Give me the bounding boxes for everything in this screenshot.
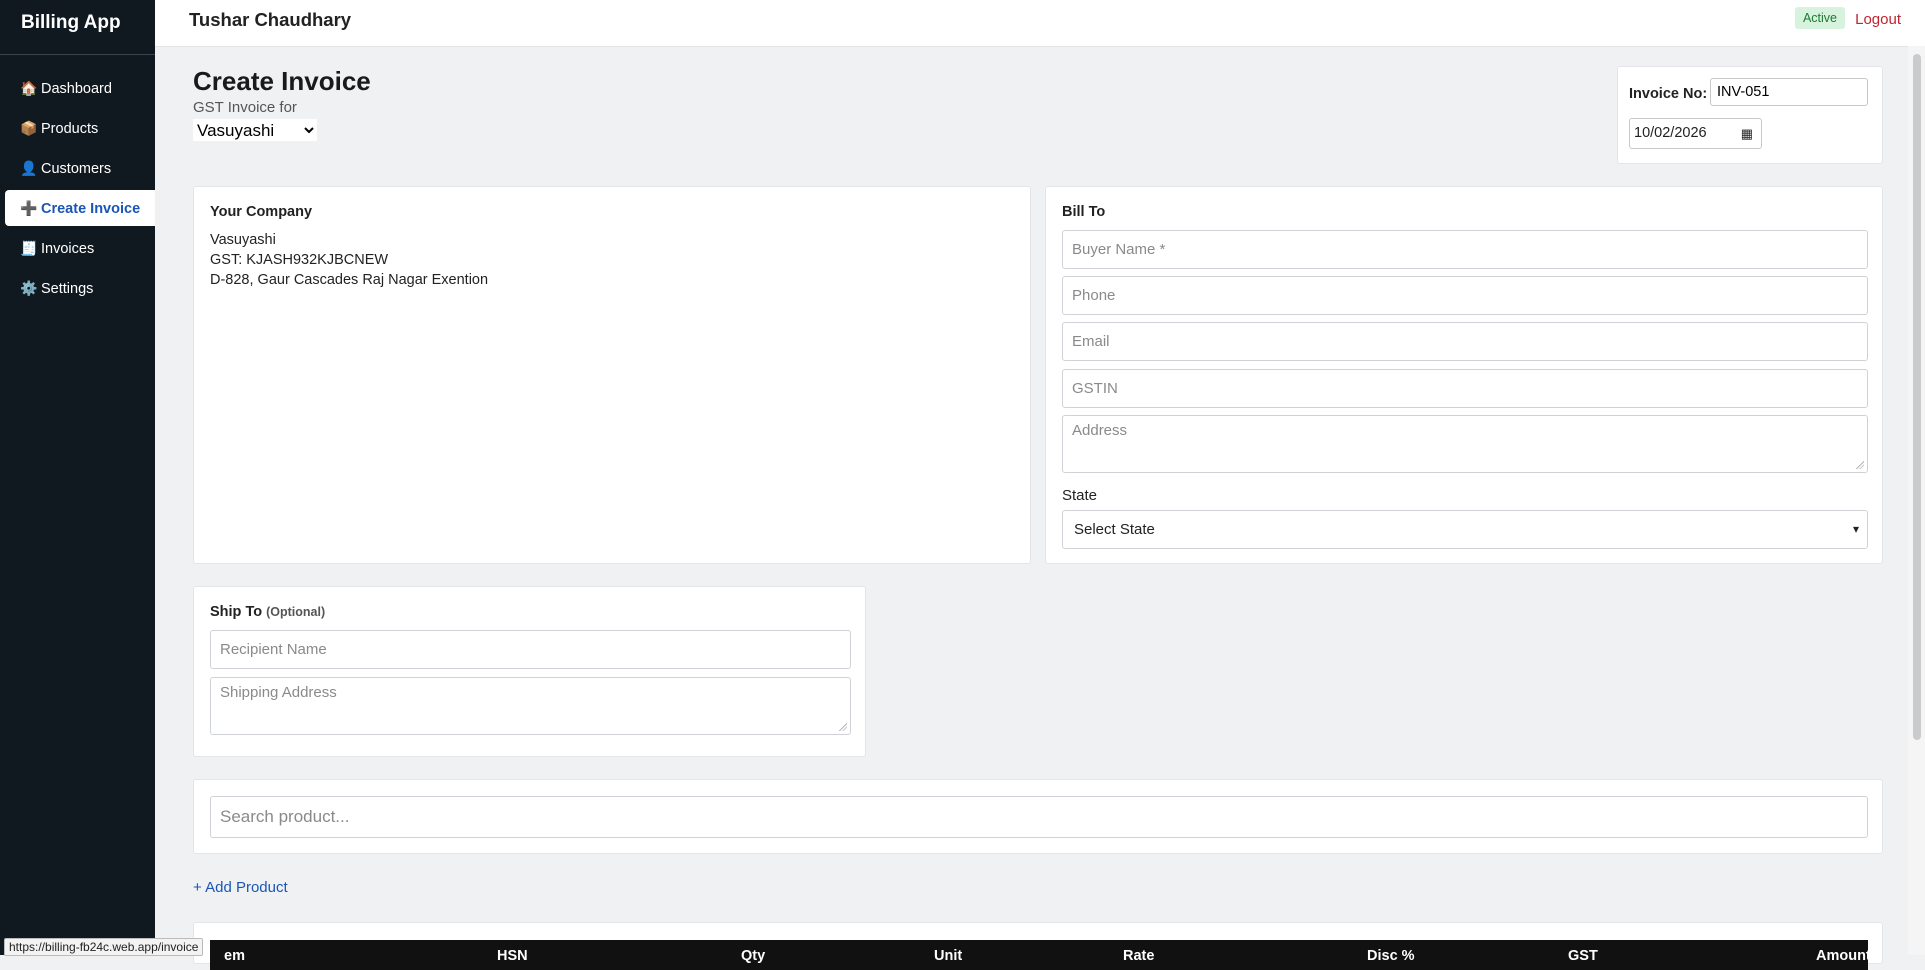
address-placeholder: Address	[1072, 422, 1128, 439]
calendar-icon[interactable]: ▦	[1741, 119, 1753, 148]
bill-to-card: Bill To Buyer Name * Phone Email GSTIN A…	[1045, 186, 1883, 564]
product-search-card: Search product...	[193, 779, 1883, 854]
sidebar-item-invoices[interactable]: 🧾 Invoices	[5, 230, 155, 266]
sidebar-item-products[interactable]: 📦 Products	[5, 110, 155, 146]
package-icon: 📦	[20, 120, 38, 136]
sidebar-item-create-invoice[interactable]: ➕ Create Invoice	[5, 190, 155, 226]
column-header-qty: Qty	[741, 948, 766, 964]
add-product-button[interactable]: + Add Product	[193, 879, 288, 896]
sidebar-item-customers[interactable]: 👤 Customers	[5, 150, 155, 186]
sidebar-item-label: Products	[41, 121, 99, 137]
sidebar-item-label: Settings	[41, 281, 94, 297]
ship-to-title: Ship To	[210, 604, 263, 620]
your-company-heading: Your Company	[210, 204, 313, 220]
sidebar-item-dashboard[interactable]: 🏠 Dashboard	[5, 70, 155, 106]
company-address: D-828, Gaur Cascades Raj Nagar Exention	[210, 272, 489, 288]
optional-tag: (Optional)	[266, 605, 326, 619]
sidebar-item-label: Invoices	[41, 241, 95, 257]
gstin-input[interactable]: GSTIN	[1062, 369, 1868, 408]
company-name: Vasuyashi	[210, 232, 276, 248]
column-header-item: em	[224, 948, 245, 964]
page-subtitle: GST Invoice for	[193, 99, 297, 116]
sidebar-item-label: Create Invoice	[41, 201, 141, 217]
company-select[interactable]: Vasuyashi	[193, 119, 317, 141]
state-select[interactable]: Select State ▾	[1062, 510, 1868, 549]
receipt-icon: 🧾	[20, 240, 38, 256]
chevron-down-icon: ▾	[1852, 522, 1859, 536]
state-selected-value: Select State	[1074, 521, 1155, 538]
items-table-card: em HSN Qty Unit Rate Disc % GST Amount	[193, 922, 1883, 970]
ship-to-card: Ship To (Optional) Recipient Name Shippi…	[193, 586, 866, 757]
invoice-date-value: 10/02/2026	[1634, 125, 1707, 141]
plus-icon: ➕	[20, 200, 38, 216]
phone-input[interactable]: Phone	[1062, 276, 1868, 315]
items-table-header: em HSN Qty Unit Rate Disc % GST Amount	[210, 940, 1871, 970]
column-header-gst: GST	[1568, 948, 1598, 964]
column-header-unit: Unit	[934, 948, 963, 964]
column-header-hsn: HSN	[497, 948, 528, 964]
app-brand: Billing App	[0, 0, 155, 55]
sidebar-item-label: Customers	[41, 161, 112, 177]
status-badge: Active	[1794, 7, 1845, 29]
address-textarea[interactable]: Address	[1062, 415, 1868, 473]
top-bar: Tushar Chaudhary Active Logout	[155, 0, 1925, 47]
ship-to-heading: Ship To (Optional)	[210, 604, 325, 620]
sidebar-nav: 🏠 Dashboard 📦 Products 👤 Customers ➕ Create …	[0, 70, 155, 306]
product-search-input[interactable]: Search product...	[210, 796, 1868, 838]
sidebar-item-settings[interactable]: ⚙️ Settings	[5, 270, 155, 306]
your-company-card: Your Company Vasuyashi GST: KJASH932KJBC…	[193, 186, 1031, 564]
resize-handle-icon[interactable]	[1856, 461, 1864, 469]
resize-handle-icon[interactable]	[839, 723, 847, 731]
home-icon: 🏠	[20, 80, 38, 96]
column-header-amount: Amount	[1816, 948, 1871, 964]
user-name: Tushar Chaudhary	[189, 9, 352, 30]
bill-to-heading: Bill To	[1062, 204, 1106, 220]
invoice-number-label: Invoice No:	[1629, 86, 1708, 102]
logout-button[interactable]: Logout	[1855, 11, 1901, 28]
column-header-rate: Rate	[1123, 948, 1155, 964]
sidebar-item-label: Dashboard	[41, 81, 112, 97]
scrollbar-thumb[interactable]	[1913, 54, 1921, 740]
company-gst: GST: KJASH932KJBCNEW	[210, 252, 389, 268]
shipping-address-textarea[interactable]: Shipping Address	[210, 677, 851, 735]
column-header-discount: Disc %	[1367, 948, 1415, 964]
buyer-name-input[interactable]: Buyer Name *	[1062, 230, 1868, 269]
email-input[interactable]: Email	[1062, 322, 1868, 361]
user-icon: 👤	[20, 160, 38, 176]
page-scrollbar[interactable]	[1908, 46, 1925, 955]
status-bar-url: https://billing-fb24c.web.app/invoice	[4, 938, 204, 956]
invoice-meta-card: Invoice No: 10/02/2026 ▦	[1617, 66, 1883, 164]
page-title: Create Invoice	[193, 66, 371, 96]
invoice-date-input[interactable]: 10/02/2026 ▦	[1629, 118, 1762, 149]
state-label: State	[1062, 487, 1098, 504]
invoice-number-input[interactable]	[1710, 78, 1868, 106]
recipient-name-input[interactable]: Recipient Name	[210, 630, 851, 669]
company-info: Vasuyashi GST: KJASH932KJBCNEW D-828, Ga…	[210, 230, 488, 290]
sidebar: Billing App 🏠 Dashboard 📦 Products 👤 Custom…	[0, 0, 155, 955]
gear-icon: ⚙️	[20, 280, 38, 296]
shipping-address-placeholder: Shipping Address	[220, 684, 337, 701]
